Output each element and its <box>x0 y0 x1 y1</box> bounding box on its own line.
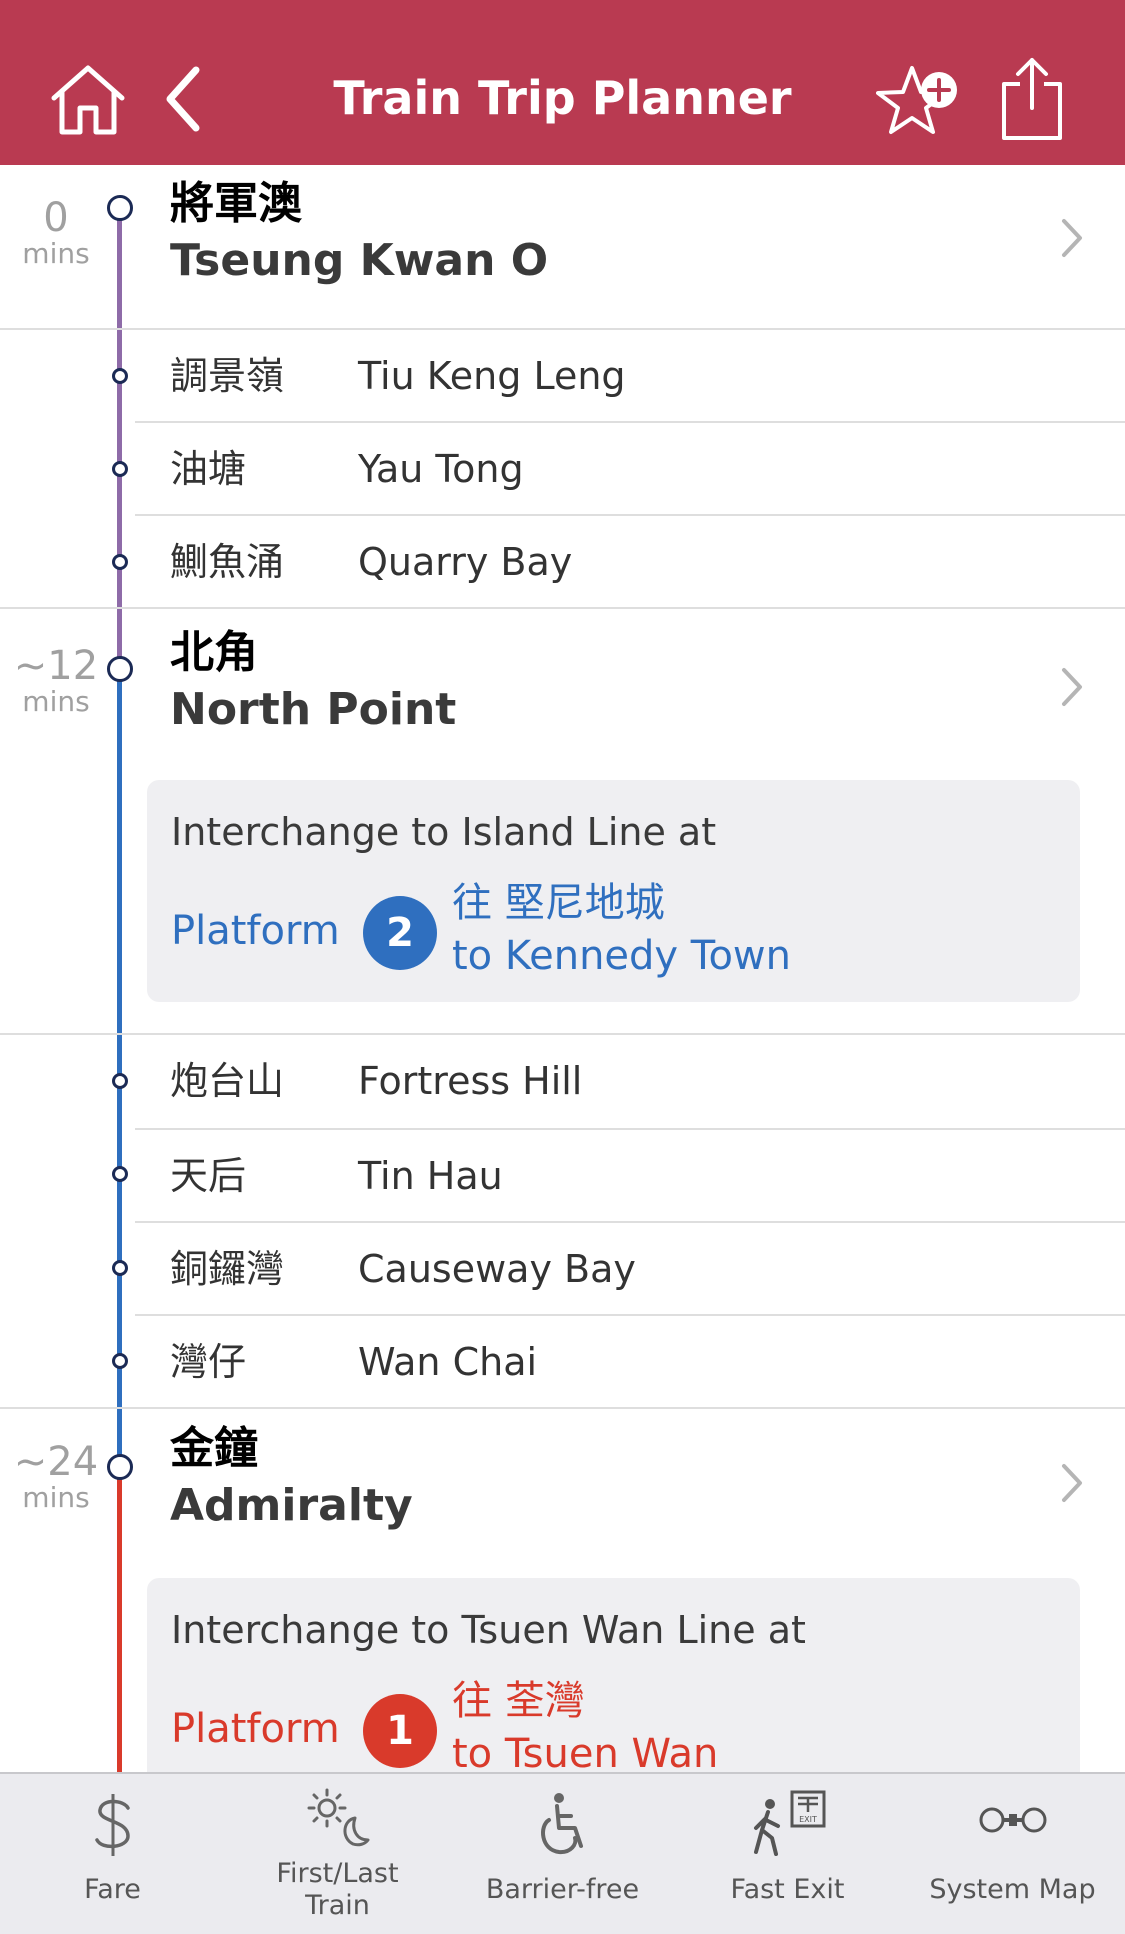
platform-label: Platform <box>171 1706 340 1752</box>
tab-label: System Map <box>929 1874 1096 1905</box>
tab-system-map[interactable]: System Map <box>900 1774 1125 1934</box>
station-fortress-hill: 炮台山 Fortress Hill <box>0 1035 1125 1128</box>
destination-en: to Kennedy Town <box>452 933 791 979</box>
station-name-en: Tin Hau <box>358 1154 503 1198</box>
station-north-point[interactable]: ~12 mins 北角 North Point <box>0 609 1125 759</box>
station-node <box>107 1454 133 1480</box>
station-name-zh: 灣仔 <box>170 1340 247 1384</box>
tab-label: Fare <box>84 1874 141 1905</box>
station-node <box>112 461 128 477</box>
tab-label: Train <box>305 1890 370 1921</box>
station-name-zh: 將軍澳 <box>170 178 302 229</box>
chevron-right-icon[interactable] <box>1059 217 1085 263</box>
tab-label: Barrier-free <box>485 1874 640 1905</box>
star-add-icon[interactable] <box>876 60 960 138</box>
system-map-icon <box>900 1802 1125 1838</box>
tab-fare[interactable]: Fare <box>0 1774 225 1934</box>
station-name-zh: 銅鑼灣 <box>170 1247 285 1291</box>
station-tin-hau: 天后 Tin Hau <box>0 1130 1125 1223</box>
svg-text:EXIT: EXIT <box>799 1815 817 1824</box>
sun-moon-icon <box>225 1786 450 1850</box>
station-name-en: Yau Tong <box>358 447 524 491</box>
chevron-right-icon[interactable] <box>1059 666 1085 712</box>
station-name-en: Wan Chai <box>358 1340 538 1384</box>
tab-label: First/Last <box>276 1858 399 1889</box>
dollar-icon <box>0 1790 225 1860</box>
interchange-text: Interchange to Island Line at <box>171 810 717 854</box>
destination-zh: 往 堅尼地城 <box>452 880 665 926</box>
interchange-info-admiralty: Interchange to Tsuen Wan Line at Platfor… <box>147 1578 1080 1772</box>
share-icon[interactable] <box>1000 56 1064 142</box>
interchange-info-north-point: Interchange to Island Line at Platform 2… <box>147 780 1080 1002</box>
destination-en: to Tsuen Wan <box>452 1731 719 1772</box>
trip-route-list: 0 mins 將軍澳 Tseung Kwan O 調景嶺 Tiu Keng Le… <box>0 165 1125 1772</box>
travel-time: ~24 mins <box>13 1439 99 1514</box>
station-node <box>112 1166 128 1182</box>
app-header: Train Trip Planner <box>0 0 1125 165</box>
platform-label: Platform <box>171 908 340 954</box>
station-yau-tong: 油塘 Yau Tong <box>0 423 1125 516</box>
station-node <box>112 1073 128 1089</box>
station-name-en: Quarry Bay <box>358 540 573 584</box>
station-node <box>107 195 133 221</box>
destination-zh: 往 荃灣 <box>452 1678 585 1724</box>
station-node <box>107 656 133 682</box>
station-node <box>112 1260 128 1276</box>
station-wan-chai: 灣仔 Wan Chai <box>0 1316 1125 1409</box>
bottom-tab-bar: Fare First/Last Train Barrier-free EXIT … <box>0 1772 1125 1934</box>
tab-barrier-free[interactable]: Barrier-free <box>450 1774 675 1934</box>
station-node <box>112 554 128 570</box>
station-admiralty[interactable]: ~24 mins 金鐘 Admiralty <box>0 1409 1125 1559</box>
platform-number-badge: 1 <box>363 1694 437 1768</box>
station-name-en: North Point <box>170 684 457 735</box>
station-name-zh: 天后 <box>170 1154 247 1198</box>
station-name-zh: 鰂魚涌 <box>170 540 285 584</box>
travel-time: ~12 mins <box>13 643 99 718</box>
station-name-zh: 北角 <box>170 627 258 678</box>
station-tiu-keng-leng: 調景嶺 Tiu Keng Leng <box>0 330 1125 423</box>
tab-label: Fast Exit <box>730 1874 845 1905</box>
station-name-zh: 調景嶺 <box>170 354 285 398</box>
station-tseung-kwan-o[interactable]: 0 mins 將軍澳 Tseung Kwan O <box>0 165 1125 330</box>
station-name-en: Causeway Bay <box>358 1247 636 1291</box>
travel-time: 0 mins <box>22 195 90 270</box>
station-name-en: Tseung Kwan O <box>170 235 549 286</box>
station-name-zh: 金鐘 <box>170 1423 258 1474</box>
station-node <box>112 368 128 384</box>
interchange-text: Interchange to Tsuen Wan Line at <box>171 1608 806 1652</box>
station-name-en: Tiu Keng Leng <box>358 354 626 398</box>
station-name-en: Fortress Hill <box>358 1059 583 1103</box>
tab-first-last-train[interactable]: First/Last Train <box>225 1774 450 1934</box>
exit-walker-icon: EXIT <box>675 1790 900 1860</box>
station-name-en: Admiralty <box>170 1480 413 1531</box>
station-name-zh: 炮台山 <box>170 1059 285 1103</box>
station-causeway-bay: 銅鑼灣 Causeway Bay <box>0 1223 1125 1316</box>
platform-number-badge: 2 <box>363 896 437 970</box>
station-node <box>112 1353 128 1369</box>
station-name-zh: 油塘 <box>170 447 247 491</box>
station-quarry-bay: 鰂魚涌 Quarry Bay <box>0 516 1125 609</box>
tab-fast-exit[interactable]: EXIT Fast Exit <box>675 1774 900 1934</box>
wheelchair-icon <box>450 1790 675 1860</box>
chevron-right-icon[interactable] <box>1059 1462 1085 1508</box>
